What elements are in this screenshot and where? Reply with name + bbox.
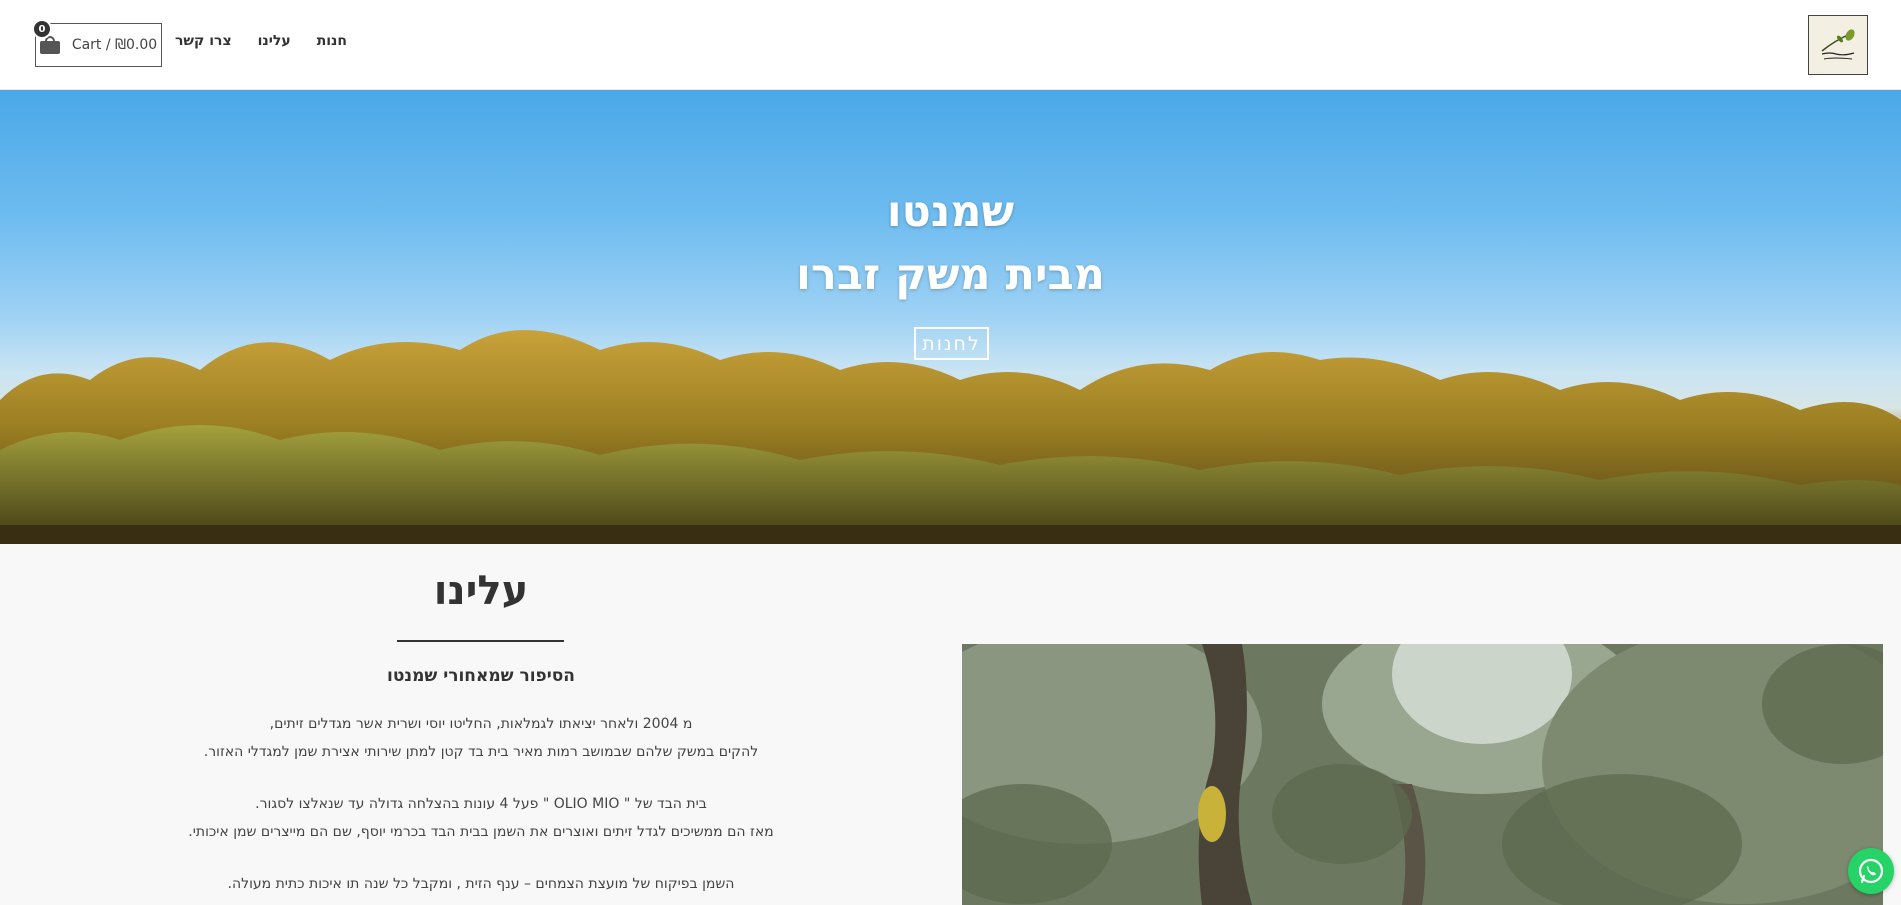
site-logo[interactable] [1808, 15, 1868, 75]
olive-trees-photo [962, 644, 1883, 905]
nav-shop[interactable]: חנות [317, 33, 347, 49]
shop-button[interactable]: לחנות [914, 327, 989, 360]
about-paragraph: השמן בפיקוח של מועצת הצמחים – ענף הזית ,… [227, 876, 735, 892]
about-section: עלינו הסיפור שמאחורי שמנטו מ 2004 ולאחר … [0, 544, 1901, 905]
about-subtitle: הסיפור שמאחורי שמנטו [387, 666, 575, 686]
about-title: עלינו [433, 568, 529, 614]
hero-title-line1: שמנטו [886, 187, 1015, 237]
cart-total: Cart / ₪0.00 [71, 37, 158, 53]
about-paragraph: להקים במשק שלהם שבמושב רמות מאיר בית בד … [203, 744, 759, 760]
whatsapp-button[interactable] [1848, 848, 1894, 894]
main-nav: צרו קשר עלינו חנות [175, 33, 347, 49]
nav-about[interactable]: עלינו [258, 33, 291, 49]
whatsapp-icon [1858, 858, 1884, 884]
divider [397, 640, 564, 642]
olive-grove-image [0, 330, 1901, 544]
hero-title-line2: מבית משק זברו [796, 250, 1105, 300]
about-paragraph: מאז הם ממשיכים לגדל זיתים ואוצרים את השמ… [188, 824, 774, 840]
hero-banner: שמנטו מבית משק זברו לחנות [0, 90, 1901, 544]
nav-contact[interactable]: צרו קשר [175, 33, 232, 49]
about-paragraph: מ 2004 ולאחר יציאתו לגמלאות, החליטו יוסי… [269, 716, 693, 732]
site-header: Cart / ₪0.00 0 צרו קשר עלינו חנות [0, 0, 1901, 90]
cart-count-badge: 0 [32, 19, 52, 39]
cart-button[interactable]: Cart / ₪0.00 [35, 23, 162, 67]
olive-branch-logo-icon [1821, 29, 1855, 60]
about-paragraph: בית הבד של " OLIO MIO " פעל 4 עונות בהצל… [255, 796, 707, 812]
